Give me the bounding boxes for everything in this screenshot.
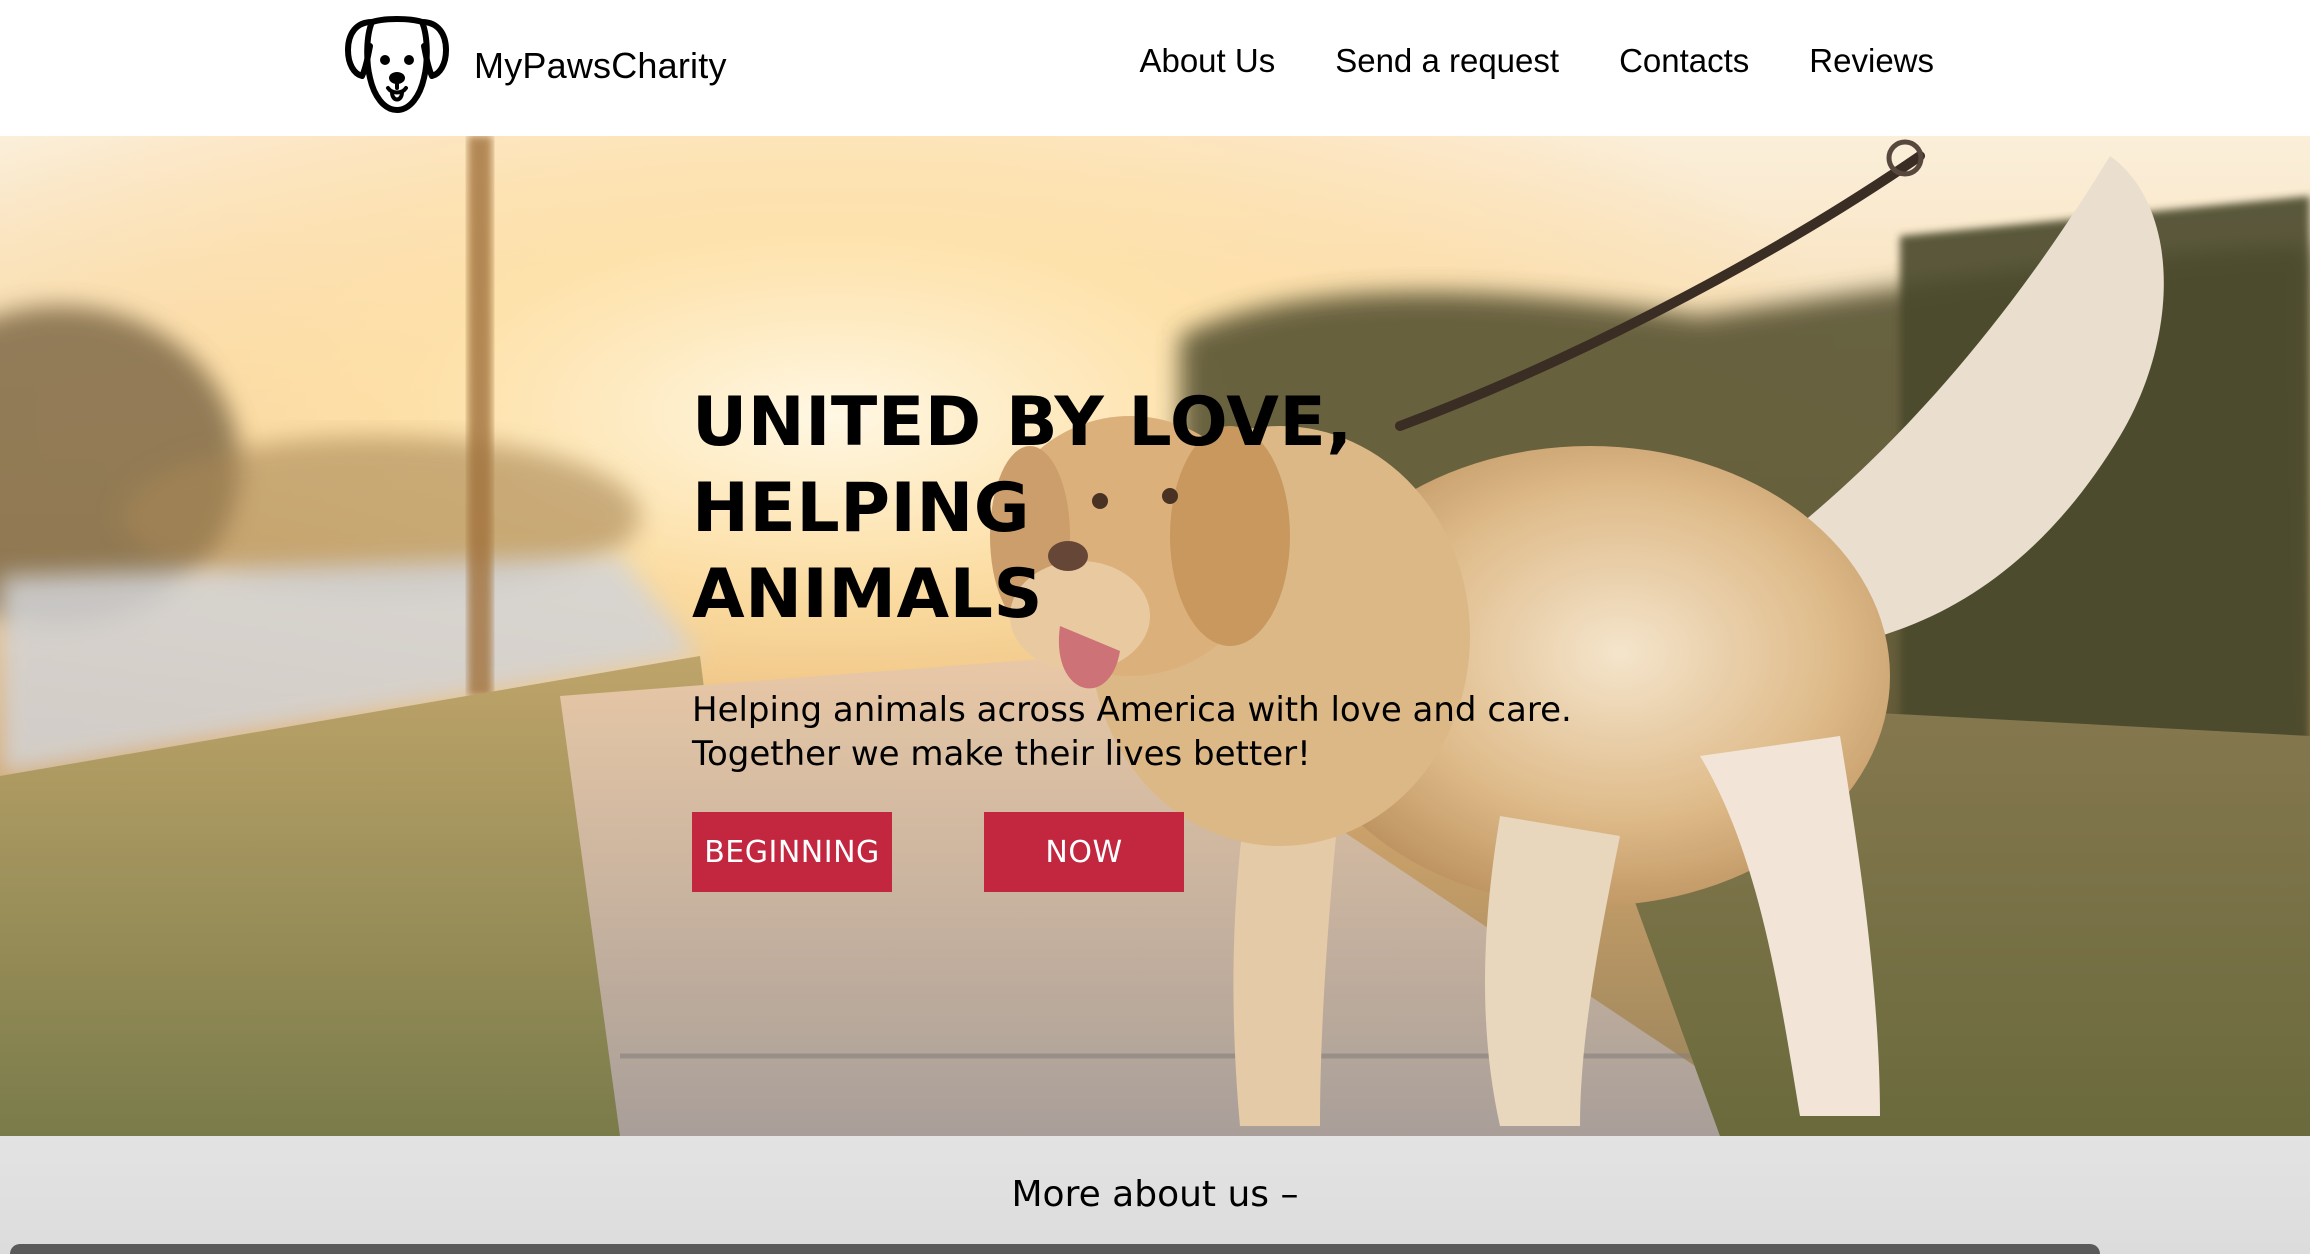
more-about-band: More about us –: [0, 1136, 2310, 1254]
hero-section: UNITED BY LOVE, HELPING ANIMALS Helping …: [0, 136, 2310, 1136]
beginning-button[interactable]: BEGINNING: [692, 812, 892, 892]
hero-buttons: BEGINNING NOW: [692, 812, 1184, 892]
logo-link[interactable]: MyPawsCharity: [344, 16, 727, 116]
nav-send-request[interactable]: Send a request: [1335, 42, 1559, 80]
hero-text-block: UNITED BY LOVE, HELPING ANIMALS Helping …: [692, 380, 1592, 776]
hero-title-line: ANIMALS: [692, 555, 1043, 634]
now-button[interactable]: NOW: [984, 812, 1184, 892]
nav-contacts[interactable]: Contacts: [1619, 42, 1749, 80]
hero-subtitle-line: Together we make their lives better!: [692, 734, 1311, 774]
main-nav: About Us Send a request Contacts Reviews: [1139, 42, 1934, 80]
dog-face-icon: [345, 16, 449, 113]
hero-title-line: HELPING: [692, 469, 1031, 548]
site-header: MyPawsCharity About Us Send a request Co…: [0, 0, 2310, 136]
nav-about-us[interactable]: About Us: [1139, 42, 1275, 80]
hero-subtitle: Helping animals across America with love…: [692, 688, 1592, 776]
hero-subtitle-line: Helping animals across America with love…: [692, 690, 1572, 730]
brand-name: MyPawsCharity: [474, 45, 727, 86]
section-divider-bar: [10, 1244, 2100, 1254]
nav-reviews[interactable]: Reviews: [1809, 42, 1934, 80]
hero-title-line: UNITED BY LOVE,: [692, 383, 1353, 462]
more-about-us-link[interactable]: More about us –: [0, 1174, 2310, 1215]
hero-title: UNITED BY LOVE, HELPING ANIMALS: [692, 380, 1592, 638]
